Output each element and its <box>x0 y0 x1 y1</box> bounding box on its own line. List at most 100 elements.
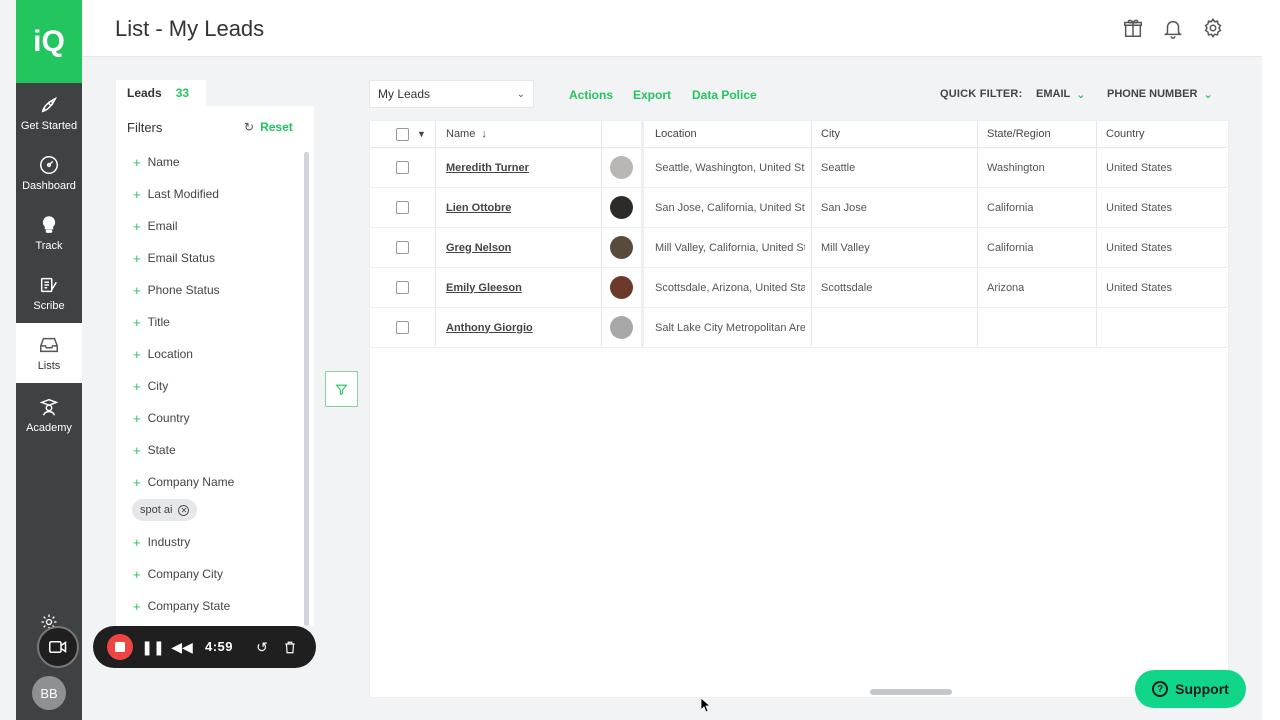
nav-scribe[interactable]: Scribe <box>16 263 82 323</box>
export-button[interactable]: Export <box>633 88 671 102</box>
filter-name[interactable]: + Name <box>133 153 180 171</box>
leads-table: ▼ Name ↓ Location City State/Region Count… <box>369 120 1229 698</box>
leads-tab[interactable]: Leads 33 <box>116 80 206 106</box>
nav-dashboard[interactable]: Dashboard <box>16 143 82 203</box>
rocket-icon <box>41 96 58 113</box>
filter-company-city[interactable]: + Company City <box>133 565 223 583</box>
nav-lists[interactable]: Lists <box>16 323 82 383</box>
lead-name-link[interactable]: Meredith Turner <box>446 148 529 187</box>
filter-industry[interactable]: + Industry <box>133 533 190 551</box>
camera-button[interactable] <box>37 626 79 668</box>
filter-country[interactable]: + Country <box>133 409 190 427</box>
filter-company-name[interactable]: + Company Name <box>133 473 234 491</box>
table-row[interactable]: Greg Nelson Mill Valley, California, Uni… <box>370 228 1228 268</box>
recording-timer: 4:59 <box>205 639 234 654</box>
avatar <box>610 188 633 227</box>
row-checkbox[interactable] <box>396 228 409 267</box>
table-row[interactable]: Emily Gleeson Scottsdale, Arizona, Unite… <box>370 268 1228 308</box>
horizontal-scrollbar[interactable] <box>870 689 952 695</box>
leads-tab-label: Leads <box>127 86 162 100</box>
filter-label: Phone Status <box>147 283 220 297</box>
filter-label: Location <box>147 347 193 361</box>
row-checkbox[interactable] <box>396 308 409 347</box>
table-row[interactable]: Anthony Giorgio Salt Lake City Metropoli… <box>370 308 1228 348</box>
data-police-button[interactable]: Data Police <box>692 88 757 102</box>
filter-state[interactable]: + State <box>133 441 176 459</box>
location-cell: Scottsdale, Arizona, United Stat... <box>655 281 805 294</box>
list-select[interactable]: My Leads ⌄ <box>369 80 534 108</box>
filter-last-modified[interactable]: + Last Modified <box>133 185 219 203</box>
gauge-icon <box>40 156 58 174</box>
plus-icon: + <box>133 442 141 458</box>
location-cell: Salt Lake City Metropolitan Are... <box>655 321 805 334</box>
filter-toggle-button[interactable] <box>325 371 358 407</box>
reset-button[interactable]: ↻ Reset <box>244 120 293 134</box>
filter-company-state[interactable]: + Company State <box>133 597 230 615</box>
filters-scrollbar[interactable] <box>304 152 309 626</box>
state-cell: California <box>987 201 1034 214</box>
restart-button[interactable]: ↺ <box>253 638 271 656</box>
filter-city[interactable]: + City <box>133 377 168 395</box>
filter-title[interactable]: + Title <box>133 313 170 331</box>
plus-icon: + <box>133 186 141 202</box>
quick-filter-phone[interactable]: PHONE NUMBER ⌄ <box>1107 88 1213 101</box>
nav-track[interactable]: Track <box>16 203 82 263</box>
left-nav: iQ Get Started Dashboard Track Scribe Li… <box>16 0 82 720</box>
nav-label: Dashboard <box>22 180 76 192</box>
settings-gear-icon[interactable] <box>1202 17 1224 39</box>
country-cell: United States <box>1106 201 1173 214</box>
filter-email-status[interactable]: + Email Status <box>133 249 215 267</box>
delete-recording-button[interactable] <box>281 638 299 656</box>
filter-label: Company State <box>147 599 231 613</box>
app-logo[interactable]: iQ <box>16 0 82 83</box>
table-row[interactable]: Lien Ottobre San Jose, California, Unite… <box>370 188 1228 228</box>
lead-name-link[interactable]: Lien Ottobre <box>446 188 511 227</box>
stop-recording-button[interactable] <box>107 634 133 660</box>
row-checkbox[interactable] <box>396 188 409 227</box>
select-menu-icon[interactable]: ▼ <box>417 121 426 148</box>
avatar <box>610 228 633 267</box>
column-header-state[interactable]: State/Region <box>987 121 1051 148</box>
nav-label: Academy <box>26 422 72 434</box>
column-header-name[interactable]: Name ↓ <box>446 121 487 148</box>
city-cell: Scottsdale <box>821 281 873 294</box>
scribe-icon <box>40 277 57 293</box>
state-cell: California <box>987 241 1034 254</box>
lead-name-link[interactable]: Greg Nelson <box>446 228 511 267</box>
row-checkbox[interactable] <box>396 268 409 307</box>
chip-label: spot ai <box>140 504 173 516</box>
page-scrollbar[interactable] <box>1262 0 1280 720</box>
plus-icon: + <box>133 566 141 582</box>
column-header-city[interactable]: City <box>821 121 840 148</box>
lead-name-link[interactable]: Emily Gleeson <box>446 268 522 307</box>
gift-icon[interactable] <box>1122 17 1144 39</box>
country-cell: United States <box>1106 281 1173 294</box>
nav-get-started[interactable]: Get Started <box>16 83 82 143</box>
remove-chip-icon[interactable]: ✕ <box>178 504 190 516</box>
country-cell: United States <box>1106 161 1173 174</box>
user-avatar[interactable]: BB <box>32 676 66 710</box>
filter-email[interactable]: + Email <box>133 217 178 235</box>
support-button[interactable]: ? Support <box>1135 670 1246 708</box>
rewind-icon: ◀◀ <box>171 638 193 655</box>
bell-icon[interactable] <box>1162 17 1184 39</box>
quick-filter-email[interactable]: EMAIL ⌄ <box>1036 88 1085 101</box>
actions-button[interactable]: Actions <box>569 88 613 102</box>
rewind-button[interactable]: ◀◀ <box>171 638 193 656</box>
nav-academy[interactable]: Academy <box>16 383 82 447</box>
column-header-country[interactable]: Country <box>1106 121 1145 148</box>
trash-icon <box>285 641 295 653</box>
column-label: Country <box>1106 128 1145 140</box>
table-row[interactable]: Meredith Turner Seattle, Washington, Uni… <box>370 148 1228 188</box>
pause-button[interactable]: ❚❚ <box>141 638 164 656</box>
lightbulb-icon <box>42 216 56 233</box>
row-checkbox[interactable] <box>396 148 409 187</box>
column-header-location[interactable]: Location <box>655 121 697 148</box>
filter-phone-status[interactable]: + Phone Status <box>133 281 220 299</box>
select-all-checkbox[interactable] <box>396 121 409 148</box>
lead-name-link[interactable]: Anthony Giorgio <box>446 308 533 347</box>
filter-location[interactable]: + Location <box>133 345 193 363</box>
plus-icon: + <box>133 346 141 362</box>
filter-label: Email <box>147 219 178 233</box>
column-label: State/Region <box>987 128 1051 140</box>
